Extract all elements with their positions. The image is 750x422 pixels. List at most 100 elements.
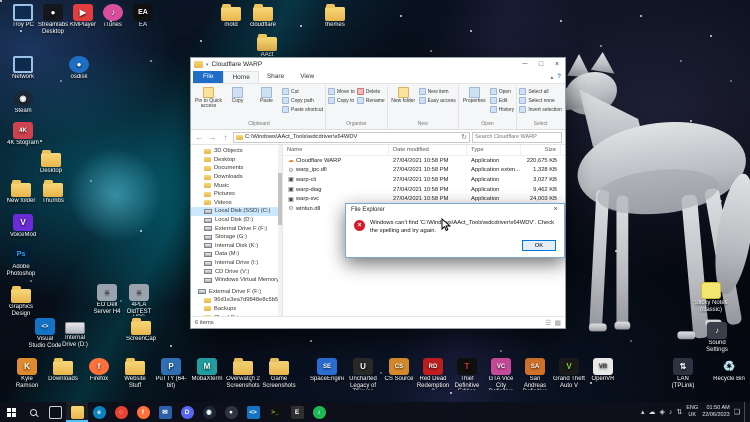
address-bar[interactable]: C:\Windows\AAct_Tools\wdcdriver\x64WDV ↻ [233, 132, 470, 143]
forward-button[interactable]: → [207, 133, 218, 142]
tab-share[interactable]: Share [259, 71, 292, 83]
taskbar-obs[interactable]: ● [220, 402, 242, 422]
security-shield-icon[interactable]: ◈ [660, 408, 665, 416]
sidebar-item-cd-drive-v[interactable]: CD Drive (V:) [191, 267, 282, 276]
action-center-icon[interactable]: ❑ [734, 408, 740, 416]
desktop-icon-steam[interactable]: ◉Steam [6, 90, 40, 115]
new-item-button[interactable]: New item [419, 88, 456, 95]
desktop-icon-network[interactable]: Network [6, 56, 40, 81]
desktop-icon-game-screenshots[interactable]: Game Screenshots [262, 358, 296, 389]
desktop-icon-itunes[interactable]: ♪iTunes [96, 4, 130, 29]
start-button[interactable] [0, 402, 22, 422]
desktop-icon-graphics-design[interactable]: Graphics Design [4, 286, 38, 317]
taskbar-spotify[interactable]: ♪ [308, 402, 330, 422]
sidebar-item-virtual-memory[interactable]: Windows Virtual Memory [191, 276, 282, 285]
volume-icon[interactable]: ♪ [669, 409, 673, 416]
sidebar-item-storage-g[interactable]: Storage (G:) [191, 233, 282, 242]
file-row[interactable]: ▣warp-cli 27/04/2021 10:58 PM Applicatio… [283, 175, 565, 185]
desktop-icon-mobaxterm[interactable]: MMobaXterm [190, 358, 224, 383]
desktop-icon-troy-pc[interactable]: Troy PC [6, 4, 40, 29]
column-header-size[interactable]: Size [521, 145, 561, 155]
desktop-icon-kmplayer[interactable]: ▶KMPlayer [66, 4, 100, 29]
taskbar-firefox[interactable]: f [132, 402, 154, 422]
taskbar-clock[interactable]: 01:50 AM 22/06/2023 [702, 405, 730, 418]
sidebar-item-local-disk-d[interactable]: Local Disk (D:) [191, 216, 282, 225]
close-button[interactable]: × [549, 58, 565, 71]
minimize-button[interactable]: ─ [517, 58, 533, 71]
move-to-button[interactable]: Move to [328, 88, 355, 95]
desktop-icon-ea[interactable]: EAEA [126, 4, 160, 29]
show-desktop-button[interactable] [744, 402, 747, 422]
copy-button[interactable]: Copy [224, 85, 251, 104]
desktop-icon-vps[interactable]: ≡4PLA OldTEST VPS [122, 284, 156, 316]
taskbar-file-explorer[interactable] [66, 402, 88, 422]
desktop-icon-downloads[interactable]: Downloads [46, 358, 80, 383]
taskbar-edge[interactable]: e [88, 402, 110, 422]
taskbar-epic-games[interactable]: E [286, 402, 308, 422]
collapse-ribbon-icon[interactable]: ▴ [550, 74, 553, 81]
refresh-icon[interactable]: ↻ [461, 133, 467, 141]
desktop-icon-dell-server[interactable]: ≡EO Dell Server H4 [90, 284, 124, 315]
desktop-icon-san-andreas[interactable]: SASan Andreas Definitive [518, 358, 552, 390]
desktop-icon-new-folder[interactable]: New folder [4, 180, 38, 205]
paste-button[interactable]: Paste [253, 85, 280, 104]
desktop-icon-voicemod[interactable]: VVoiceMod [6, 214, 40, 239]
desktop-icon-streamlabs[interactable]: ●Streamlabs Desktop [36, 4, 70, 35]
quick-access-toolbar-chevron-icon[interactable]: ▾ [206, 62, 209, 68]
desktop-icon-thief[interactable]: TThief Definitive Edition [450, 358, 484, 390]
tray-expand-chevron-icon[interactable]: ▴ [641, 408, 645, 416]
dialog-close-icon[interactable]: × [547, 204, 564, 216]
desktop-icon-lan[interactable]: ⇅LAN (TPLink) [666, 358, 700, 389]
maximize-button[interactable]: □ [533, 58, 549, 71]
file-row[interactable]: ⚙warp_ipc.dll 27/04/2021 10:58 PM Applic… [283, 166, 565, 176]
help-icon[interactable]: ? [557, 74, 561, 80]
onedrive-cloud-icon[interactable]: ☁ [649, 408, 656, 416]
select-all-button[interactable]: Select all [519, 88, 562, 95]
scrollbar-thumb[interactable] [278, 173, 282, 225]
taskbar-search-button[interactable] [22, 402, 44, 422]
tab-home[interactable]: Home [223, 71, 258, 83]
cut-button[interactable]: Cut [282, 88, 323, 95]
easy-access-button[interactable]: Easy access [419, 97, 456, 104]
column-header-date-modified[interactable]: Date modified [389, 145, 467, 155]
taskbar-terminal[interactable]: >_ [264, 402, 286, 422]
edit-button[interactable]: Edit [490, 97, 515, 104]
desktop-icon-motd[interactable]: motd [214, 4, 248, 29]
sidebar-item-downloads[interactable]: Downloads [191, 173, 282, 182]
back-button[interactable]: ← [194, 133, 205, 142]
desktop-icon-screencap[interactable]: ScreenCap [124, 318, 158, 343]
desktop-icon-uncharted[interactable]: UUncharted Legacy of Thieves [346, 358, 380, 390]
select-none-button[interactable]: Select none [519, 97, 562, 104]
invert-selection-button[interactable]: Invert selection [519, 106, 562, 113]
sidebar-item-local-disk-c[interactable]: Local Disk (SSD) (C:) [191, 207, 282, 216]
rename-button[interactable]: Rename [357, 97, 385, 104]
copy-to-button[interactable]: Copy to [328, 97, 355, 104]
search-box[interactable] [472, 132, 562, 143]
desktop-icon-cloudflare[interactable]: cloudflare [246, 4, 280, 29]
column-header-type[interactable]: Type [467, 145, 521, 155]
thumbnails-view-icon[interactable]: ▦ [554, 319, 561, 327]
new-folder-button[interactable]: New folder [390, 85, 417, 104]
title-bar[interactable]: ▾ Cloudflare WARP ─ □ × [191, 58, 565, 71]
search-input[interactable] [475, 134, 559, 140]
desktop-icon-putty[interactable]: PPuTTY (64-bit) [154, 358, 188, 389]
sidebar-item-documents[interactable]: Documents [191, 164, 282, 173]
file-row[interactable]: ▣warp-diag 27/04/2021 10:58 PM Applicati… [283, 185, 565, 195]
sidebar-item-pictures[interactable]: Pictures [191, 190, 282, 199]
taskbar-chrome[interactable]: ○ [110, 402, 132, 422]
up-button[interactable]: ↑ [220, 133, 231, 142]
tab-file[interactable]: File [193, 71, 223, 83]
desktop-icon-cs-source[interactable]: CSCS Source [382, 358, 416, 383]
dialog-title-bar[interactable]: File Explorer × [346, 204, 564, 216]
file-row[interactable]: ☁Cloudflare WARP 27/04/2021 10:58 PM App… [283, 156, 565, 166]
desktop-icon-overwatch-screenshots[interactable]: Overwatch 2 Screenshots [226, 358, 260, 389]
desktop-icon-website-stuff[interactable]: Website Stuff [118, 358, 152, 389]
taskbar-mail[interactable]: ✉ [154, 402, 176, 422]
open-button[interactable]: Open [490, 88, 515, 95]
column-header-name[interactable]: Name [283, 145, 389, 155]
details-view-icon[interactable]: ☰ [545, 319, 551, 327]
delete-button[interactable]: Delete [357, 88, 385, 95]
desktop-icon-gta5[interactable]: VGrand Theft Auto V [552, 358, 586, 389]
copy-path-button[interactable]: Copy path [282, 97, 323, 104]
desktop-icon-thumbs[interactable]: Thumbs [36, 180, 70, 205]
